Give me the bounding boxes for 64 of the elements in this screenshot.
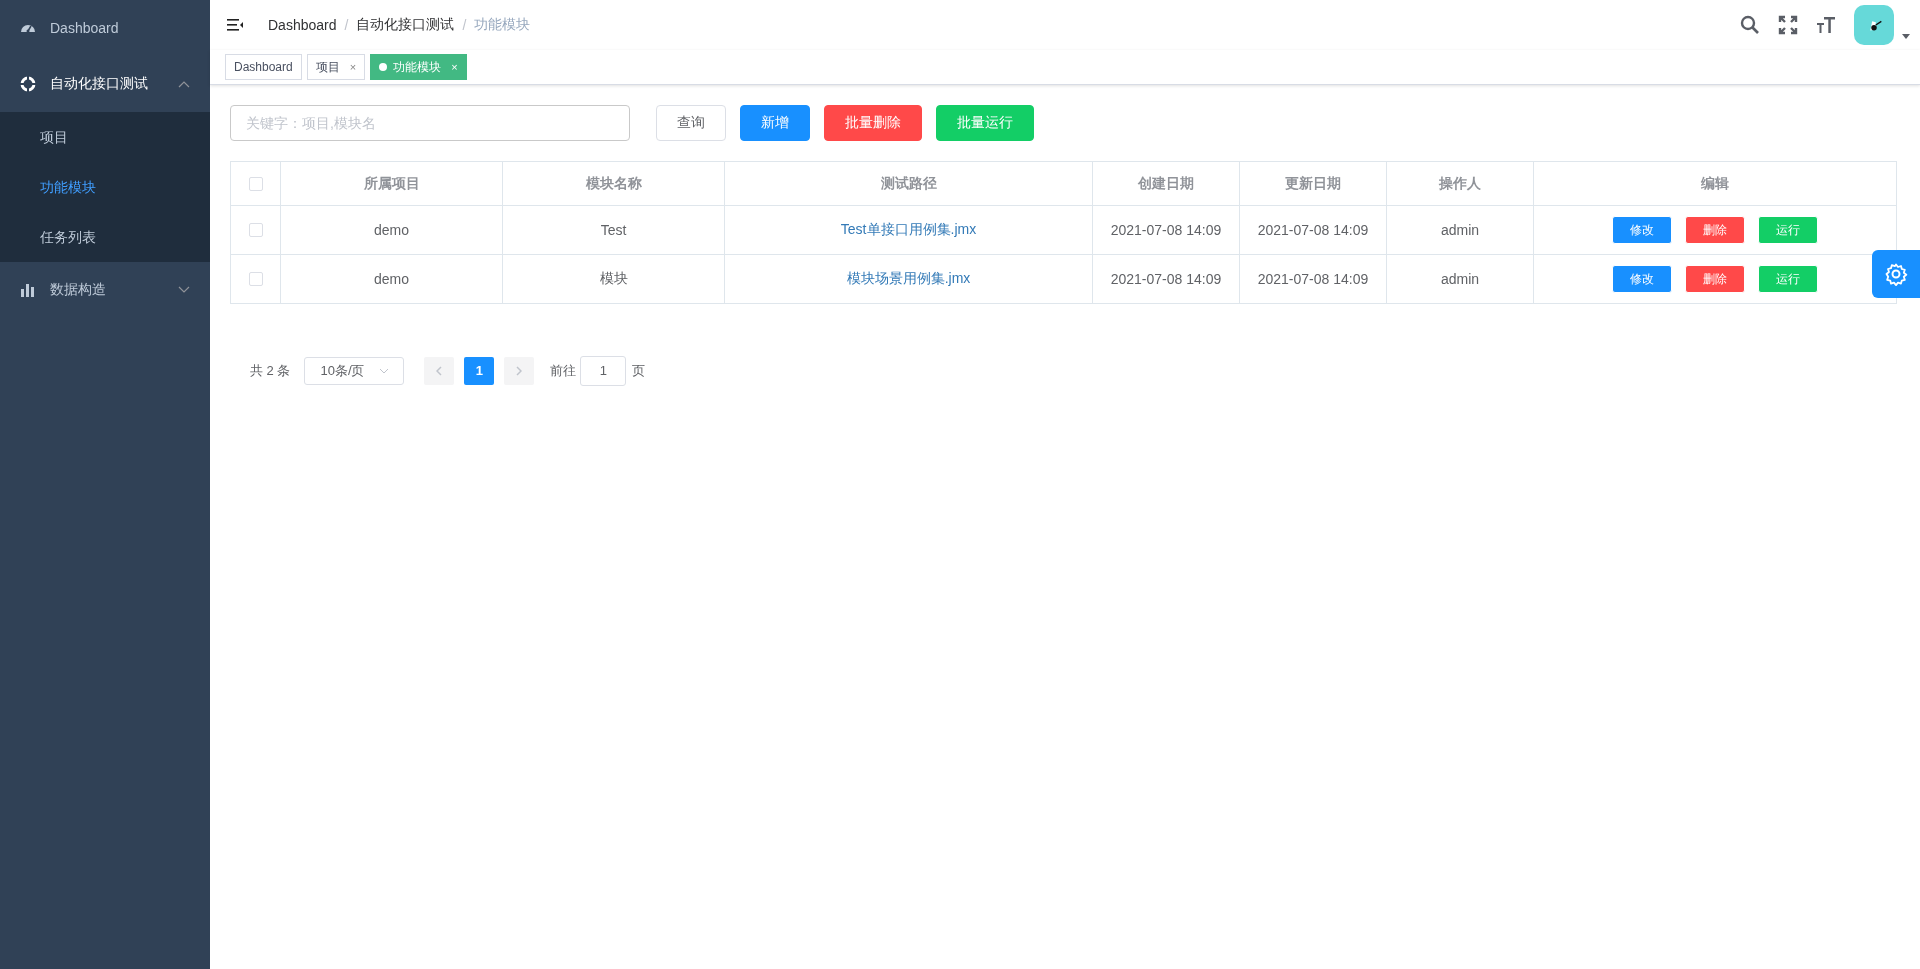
chevron-right-icon [516, 366, 523, 376]
checkbox[interactable] [248, 176, 263, 191]
column-header: 操作人 [1439, 174, 1481, 193]
tab[interactable]: Dashboard [225, 54, 302, 80]
checkbox[interactable] [248, 223, 263, 237]
page-size-select[interactable]: 10条/页 [304, 357, 405, 385]
font-size-icon[interactable] [1816, 15, 1836, 35]
column-header: 编辑 [1701, 174, 1729, 193]
sidebar-item[interactable]: 数据构造 [0, 262, 210, 318]
table-cell: 2021-07-08 14:09 [1257, 271, 1369, 287]
table-cell: admin [1440, 222, 1480, 238]
toolbar-button[interactable]: 查询 [656, 105, 726, 141]
goto-page-field[interactable]: 1 [580, 356, 627, 386]
chevron-icon [178, 80, 190, 88]
breadcrumb-item[interactable]: 自动化接口测试 [356, 16, 455, 34]
caret-icon[interactable] [1902, 33, 1910, 39]
row-action-button[interactable]: 修改 [1612, 265, 1672, 293]
table-cell: demo [374, 271, 409, 287]
fullscreen-icon[interactable] [1778, 15, 1798, 35]
table-cell: admin [1440, 271, 1480, 287]
goto-label: 前往 [550, 362, 577, 380]
chevron-down-icon [378, 368, 389, 374]
row-action-button[interactable]: 删除 [1685, 216, 1745, 244]
bar-chart-icon [20, 282, 36, 298]
toolbar-button[interactable]: 批量删除 [824, 105, 922, 141]
file-link[interactable]: 模块场景用例集.jmx [846, 270, 971, 288]
row-action-button[interactable]: 修改 [1612, 216, 1672, 244]
toolbar-button[interactable]: 新增 [740, 105, 810, 141]
table-cell: 2021-07-08 14:09 [1257, 222, 1369, 238]
avatar-image[interactable] [1854, 5, 1894, 45]
table-cell: 2021-07-08 14:09 [1110, 222, 1222, 238]
column-header: 创建日期 [1138, 174, 1194, 193]
total-count: 共 2 条 [250, 362, 291, 380]
breadcrumb-separator: / [462, 17, 467, 33]
sidebar-item[interactable]: Dashboard [0, 0, 210, 56]
search-icon[interactable] [1740, 15, 1760, 35]
tab[interactable]: 项目 × [306, 54, 366, 80]
target-icon [20, 76, 36, 92]
table-cell: 2021-07-08 14:09 [1110, 271, 1222, 287]
column-header: 测试路径 [880, 174, 937, 193]
column-header: 模块名称 [585, 174, 642, 193]
table-cell: Test [600, 222, 627, 238]
table-cell: 模块 [599, 270, 628, 288]
sidebar-subitem[interactable]: 功能模块 [0, 162, 210, 212]
settings-button[interactable] [1872, 250, 1920, 298]
gear-icon [1884, 262, 1908, 286]
checkbox[interactable] [248, 272, 263, 286]
column-header: 更新日期 [1285, 174, 1341, 193]
column-header: 所属项目 [363, 174, 420, 193]
menu-icon[interactable] [227, 18, 243, 32]
sidebar-subitem[interactable]: 任务列表 [0, 212, 210, 262]
row-action-button[interactable]: 删除 [1685, 265, 1745, 293]
chevron-icon [178, 286, 190, 294]
page-number[interactable]: 1 [464, 357, 495, 385]
sidebar-item[interactable]: 自动化接口测试 [0, 56, 210, 112]
breadcrumb-item: 功能模块 [474, 16, 531, 34]
search-field[interactable]: 关键字：项目,模块名 [230, 105, 630, 141]
table-cell: demo [374, 222, 409, 238]
breadcrumb-item[interactable]: Dashboard [268, 17, 337, 33]
page-suffix: 页 [632, 362, 646, 380]
sidebar-subitem[interactable]: 项目 [0, 112, 210, 162]
breadcrumb-separator: / [344, 17, 349, 33]
file-link[interactable]: Test单接口用例集.jmx [840, 221, 977, 239]
chevron-left-icon [436, 366, 443, 376]
